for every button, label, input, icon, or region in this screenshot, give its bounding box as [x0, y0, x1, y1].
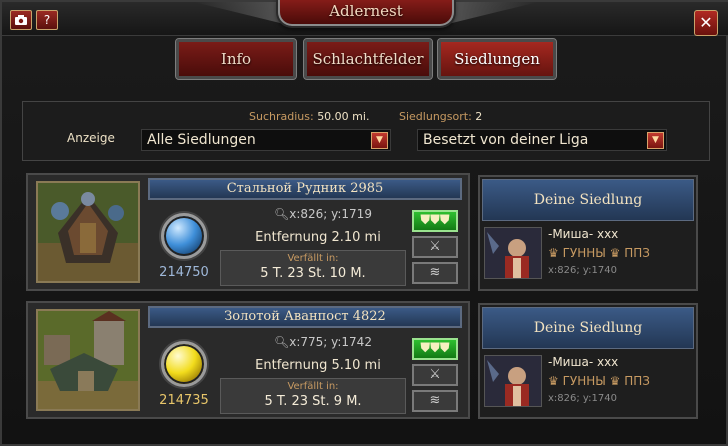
avatar[interactable]: [484, 355, 542, 407]
shield-icon: ⛊⛊⛊: [420, 341, 450, 356]
expires-box: Verfällt in: 5 T. 23 St. 9 M.: [220, 378, 406, 414]
expires-value: 5 T. 23 St. 10 M.: [260, 266, 366, 281]
owner-panel-header: Deine Siedlung: [482, 179, 694, 221]
close-button[interactable]: ✕: [694, 10, 718, 36]
tab-info[interactable]: Info: [175, 38, 297, 80]
resource-orb-icon: [161, 213, 207, 259]
owner-dropdown-value: Besetzt von deiner Liga: [423, 132, 589, 148]
settlement-name[interactable]: Золотой Аванпост 4822: [148, 306, 462, 328]
settlement-image[interactable]: [36, 309, 140, 411]
owner-alliance: ♛ ГУННЫ ♛ ППЗ: [548, 374, 650, 388]
owner-coords: x:826; y:1740: [548, 265, 617, 276]
display-dropdown-value: Alle Siedlungen: [147, 132, 256, 148]
settlement-image[interactable]: [36, 181, 140, 283]
window-title: Adlernest: [329, 2, 403, 20]
help-button[interactable]: ?: [36, 10, 58, 30]
magnifier-icon: 🔍︎: [274, 207, 290, 221]
tab-siedlungen[interactable]: Siedlungen: [437, 38, 557, 80]
owner-dropdown[interactable]: Besetzt von deiner Liga ▼: [417, 129, 667, 151]
settlement-location: Siedlungsort: 2: [399, 110, 482, 123]
settlement-distance: Entfernung 5.10 mi: [255, 358, 381, 373]
spy-button[interactable]: ≋: [412, 262, 458, 284]
expires-value: 5 T. 23 St. 9 M.: [264, 394, 362, 409]
settlement-coords-text: x:775; y:1742: [289, 335, 372, 349]
display-dropdown[interactable]: Alle Siedlungen ▼: [141, 129, 391, 151]
search-radius-value: 50.00 mi.: [317, 110, 370, 123]
owner-panel-header: Deine Siedlung: [482, 307, 694, 349]
window-title-plate: Adlernest: [278, 0, 454, 26]
owner-player-name[interactable]: -Миша- xxx: [548, 227, 618, 241]
settlement-distance: Entfernung 2.10 mi: [255, 230, 381, 245]
filter-panel: Suchradius: 50.00 mi. Siedlungsort: 2 An…: [22, 101, 710, 161]
settlement-coords-text: x:826; y:1719: [289, 207, 372, 221]
owner-panel: Deine Siedlung -Миша- xxx ♛ ГУННЫ ♛ ППЗ …: [478, 303, 698, 419]
owner-player-name[interactable]: -Миша- xxx: [548, 355, 618, 369]
settlement-coords[interactable]: 🔍︎x:775; y:1742: [274, 335, 372, 349]
settlement-location-value: 2: [475, 110, 483, 123]
settlement-name[interactable]: Стальной Рудник 2985: [148, 178, 462, 200]
owner-alliance: ♛ ГУННЫ ♛ ППЗ: [548, 246, 650, 260]
attack-button[interactable]: ⚔: [412, 364, 458, 386]
spy-button[interactable]: ≋: [412, 390, 458, 412]
search-radius-label: Suchradius:: [249, 110, 314, 123]
shield-icon: ⛊⛊⛊: [420, 213, 450, 228]
search-radius: Suchradius: 50.00 mi.: [249, 110, 369, 123]
tab-schlachtfelder[interactable]: Schlachtfelder: [303, 38, 433, 80]
chevron-down-icon[interactable]: ▼: [371, 132, 388, 149]
expires-label: Verfällt in:: [287, 381, 339, 392]
resource-value: 214750: [159, 265, 209, 280]
reinforce-button[interactable]: ⛊⛊⛊: [412, 210, 458, 232]
camera-icon[interactable]: [10, 10, 32, 30]
settlement-coords[interactable]: 🔍︎x:826; y:1719: [274, 207, 372, 221]
attack-button[interactable]: ⚔: [412, 236, 458, 258]
expires-label: Verfällt in:: [287, 253, 339, 264]
reinforce-button[interactable]: ⛊⛊⛊: [412, 338, 458, 360]
owner-panel: Deine Siedlung -Миша- xxx ♛ ГУННЫ ♛ ППЗ …: [478, 175, 698, 291]
resource-orb-icon: [161, 341, 207, 387]
owner-coords: x:826; y:1740: [548, 393, 617, 404]
eagle-wing-icon: ≋: [429, 393, 441, 408]
settlement-location-label: Siedlungsort:: [399, 110, 472, 123]
settlement-row: Золотой Аванпост 4822 214735 🔍︎x:775; y:…: [26, 301, 470, 419]
crossed-swords-icon: ⚔: [429, 239, 441, 254]
avatar[interactable]: [484, 227, 542, 279]
alliance-settlements-window: Adlernest ? ✕ Info Schlachtfelder Siedlu…: [0, 0, 728, 446]
magnifier-icon: 🔍︎: [274, 335, 290, 349]
crossed-swords-icon: ⚔: [429, 367, 441, 382]
resource-value: 214735: [159, 393, 209, 408]
eagle-wing-icon: ≋: [429, 265, 441, 280]
settlement-row: Стальной Рудник 2985 214750 🔍︎x:826; y:1…: [26, 173, 470, 291]
display-label: Anzeige: [67, 131, 115, 145]
expires-box: Verfällt in: 5 T. 23 St. 10 M.: [220, 250, 406, 286]
chevron-down-icon[interactable]: ▼: [647, 132, 664, 149]
